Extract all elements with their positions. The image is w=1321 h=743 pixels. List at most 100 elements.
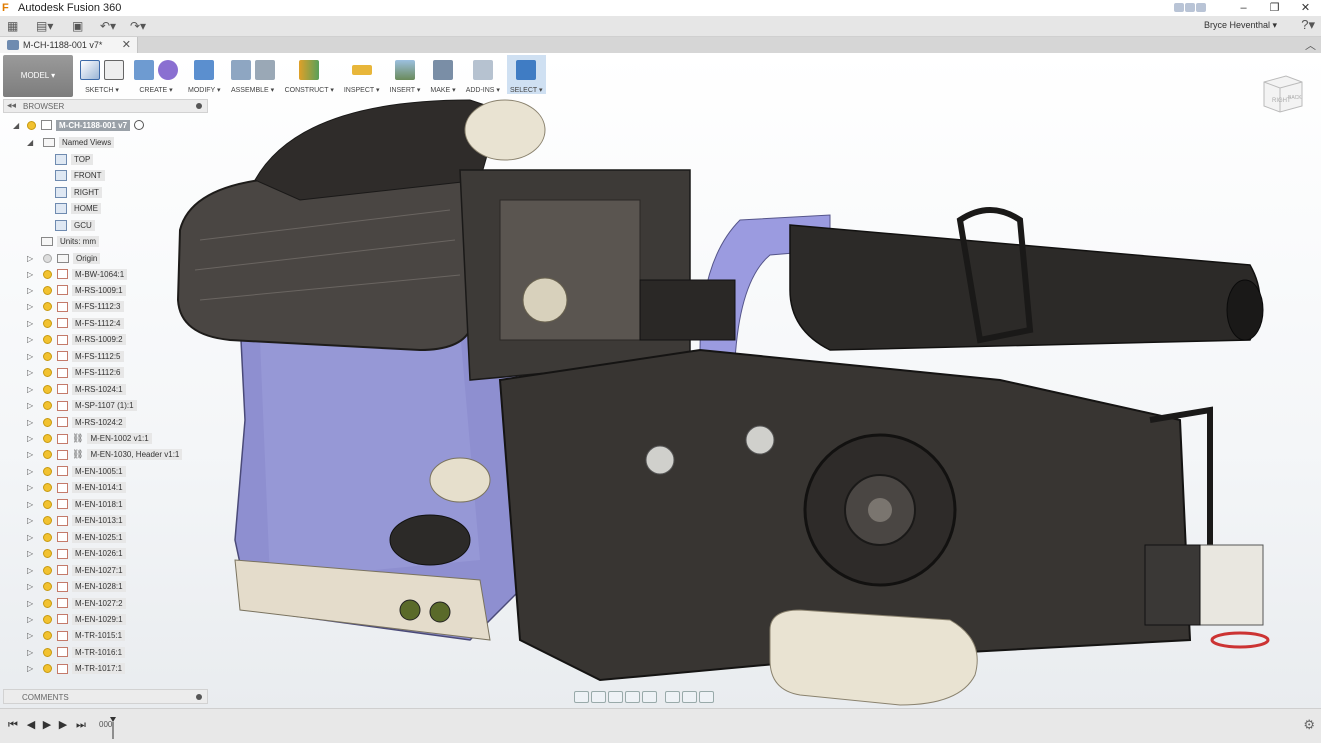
component-row[interactable]: ▷ M-EN-1005:1 (27, 464, 126, 478)
component-label[interactable]: M-TR-1015:1 (72, 630, 126, 642)
named-view-item[interactable]: RIGHT (55, 185, 102, 199)
component-row[interactable]: ▷ M-SP-1107 (1):1 (27, 399, 137, 413)
undo-icon[interactable]: ↶▾ (100, 18, 116, 34)
component-label[interactable]: M-EN-1002 v1:1 (87, 433, 152, 444)
named-view-item[interactable]: TOP (55, 152, 94, 166)
expand-triangle-icon[interactable]: ▷ (27, 648, 33, 657)
visibility-bulb-icon[interactable] (43, 516, 52, 526)
tab-close-icon[interactable]: ✕ (122, 38, 131, 51)
component-label[interactable]: M-EN-1027:1 (72, 564, 126, 576)
modify-group[interactable]: MODIFY ▾ (185, 55, 224, 94)
expand-triangle-icon[interactable]: ▷ (27, 533, 33, 542)
new-component-icon[interactable] (230, 60, 251, 80)
sketch-line-icon[interactable] (80, 60, 100, 80)
component-row[interactable]: ▷ M-FS-1112:4 (27, 316, 124, 330)
fit-icon[interactable] (642, 691, 657, 703)
expand-triangle-icon[interactable]: ▷ (27, 450, 33, 459)
file-menu-icon[interactable]: ▤▾ (36, 18, 53, 34)
component-label[interactable]: M-EN-1030, Header v1:1 (87, 449, 183, 461)
component-label[interactable]: M-EN-1018:1 (72, 498, 126, 510)
component-row[interactable]: ▷ M-RS-1009:1 (27, 283, 126, 297)
app-grid-icon[interactable]: ▦ (7, 18, 18, 34)
component-row[interactable]: ▷ M-EN-1025:1 (27, 530, 126, 544)
named-view-item[interactable]: FRONT (55, 169, 105, 183)
expand-triangle-icon[interactable]: ▷ (27, 270, 33, 279)
visibility-bulb-icon[interactable] (43, 417, 52, 427)
3d-print-icon[interactable] (433, 60, 454, 80)
joint-icon[interactable] (254, 60, 275, 80)
construct-menu[interactable]: CONSTRUCT ▾ (285, 86, 334, 94)
redo-icon[interactable]: ↷▾ (130, 18, 146, 34)
visibility-bulb-icon[interactable] (43, 384, 52, 394)
units-node[interactable]: Units: mm (41, 234, 99, 248)
viewports-icon[interactable] (699, 691, 714, 703)
component-row[interactable]: ▷ M-FS-1112:5 (27, 349, 124, 363)
component-row[interactable]: ▷ M-EN-1027:2 (27, 596, 126, 610)
orbit-icon[interactable] (574, 691, 589, 703)
named-view-item[interactable]: GCU (55, 218, 95, 232)
insert-menu[interactable]: INSERT ▾ (390, 86, 421, 94)
component-row[interactable]: ▷ M-EN-1013:1 (27, 514, 126, 528)
sketch-menu[interactable]: SKETCH ▾ (85, 86, 119, 94)
component-label[interactable]: M-EN-1013:1 (72, 515, 126, 527)
visibility-bulb-icon[interactable] (43, 565, 52, 575)
component-row[interactable]: ▷ M-EN-1014:1 (27, 481, 126, 495)
component-label[interactable]: M-FS-1112:3 (72, 301, 124, 313)
activate-target-icon[interactable] (134, 120, 145, 130)
component-row[interactable]: ▷ ⛓ M-EN-1002 v1:1 (27, 432, 152, 446)
document-tab[interactable]: M-CH-1188-001 v7* ✕ (0, 37, 138, 53)
component-row[interactable]: ▷ M-RS-1024:2 (27, 415, 126, 429)
go-to-start-icon[interactable]: ⏮ (6, 718, 20, 732)
display-settings-icon[interactable] (665, 691, 680, 703)
step-back-icon[interactable]: ◀ (24, 718, 38, 732)
construct-group[interactable]: CONSTRUCT ▾ (282, 55, 337, 94)
timeline-marker[interactable] (110, 717, 116, 739)
component-label[interactable]: M-RS-1009:1 (72, 284, 126, 296)
visibility-bulb-icon[interactable] (43, 549, 52, 559)
component-label[interactable]: M-SP-1107 (1):1 (72, 400, 137, 412)
component-row[interactable]: ▷ M-EN-1018:1 (27, 497, 126, 511)
visibility-bulb-icon[interactable] (43, 434, 52, 443)
visibility-bulb-icon[interactable] (43, 269, 52, 279)
expand-triangle-icon[interactable]: ▷ (27, 385, 33, 394)
restore-button[interactable]: ❐ (1259, 0, 1290, 16)
expand-triangle-icon[interactable]: ▷ (27, 254, 33, 263)
named-views-node[interactable]: ◢ Named Views (27, 135, 115, 149)
expand-triangle-icon[interactable]: ▷ (27, 500, 33, 509)
insert-image-icon[interactable] (394, 60, 415, 80)
component-row[interactable]: ▷ M-TR-1015:1 (27, 629, 126, 643)
sketch-group[interactable]: SKETCH ▾ (77, 55, 127, 94)
expand-triangle-icon[interactable]: ▷ (27, 615, 33, 624)
expand-triangle-icon[interactable]: ▷ (27, 599, 33, 608)
measure-icon[interactable] (351, 65, 372, 75)
expand-triangle-icon[interactable]: ▷ (27, 401, 33, 410)
expand-triangle-icon[interactable]: ▷ (27, 368, 33, 377)
assemble-group[interactable]: ASSEMBLE ▾ (228, 55, 278, 94)
component-label[interactable]: M-RS-1024:2 (72, 416, 126, 428)
plane-icon[interactable] (299, 60, 320, 80)
create-menu[interactable]: CREATE ▾ (139, 86, 172, 94)
select-menu[interactable]: SELECT ▾ (510, 86, 543, 94)
make-menu[interactable]: MAKE ▾ (430, 86, 455, 94)
chevron-up-icon[interactable]: ︿ (1305, 37, 1316, 53)
grid-settings-icon[interactable] (682, 691, 697, 703)
visibility-bulb-icon[interactable] (43, 351, 52, 361)
expand-triangle-icon[interactable]: ▷ (27, 418, 33, 427)
close-window-button[interactable]: ✕ (1290, 0, 1321, 16)
comments-panel[interactable]: COMMENTS (3, 689, 208, 704)
component-row[interactable]: ▷ M-EN-1027:1 (27, 563, 126, 577)
look-at-icon[interactable] (591, 691, 606, 703)
component-row[interactable]: ▷ M-TR-1017:1 (27, 662, 126, 676)
viewcube-back-face[interactable]: BACK (1288, 95, 1302, 101)
visibility-bulb-icon[interactable] (43, 401, 52, 411)
modify-menu[interactable]: MODIFY ▾ (188, 86, 221, 94)
expand-triangle-icon[interactable]: ▷ (27, 467, 33, 476)
component-label[interactable]: M-TR-1017:1 (72, 663, 126, 675)
user-menu[interactable]: Bryce Heventhal ▾ (1204, 20, 1277, 31)
visibility-bulb-icon[interactable] (43, 466, 52, 476)
component-row[interactable]: ▷ M-RS-1009:2 (27, 333, 126, 347)
visibility-bulb-icon[interactable] (43, 450, 52, 460)
select-cursor-icon[interactable] (516, 60, 537, 80)
component-label[interactable]: M-RS-1024:1 (72, 383, 126, 395)
component-row[interactable]: ▷ M-BW-1064:1 (27, 267, 128, 281)
